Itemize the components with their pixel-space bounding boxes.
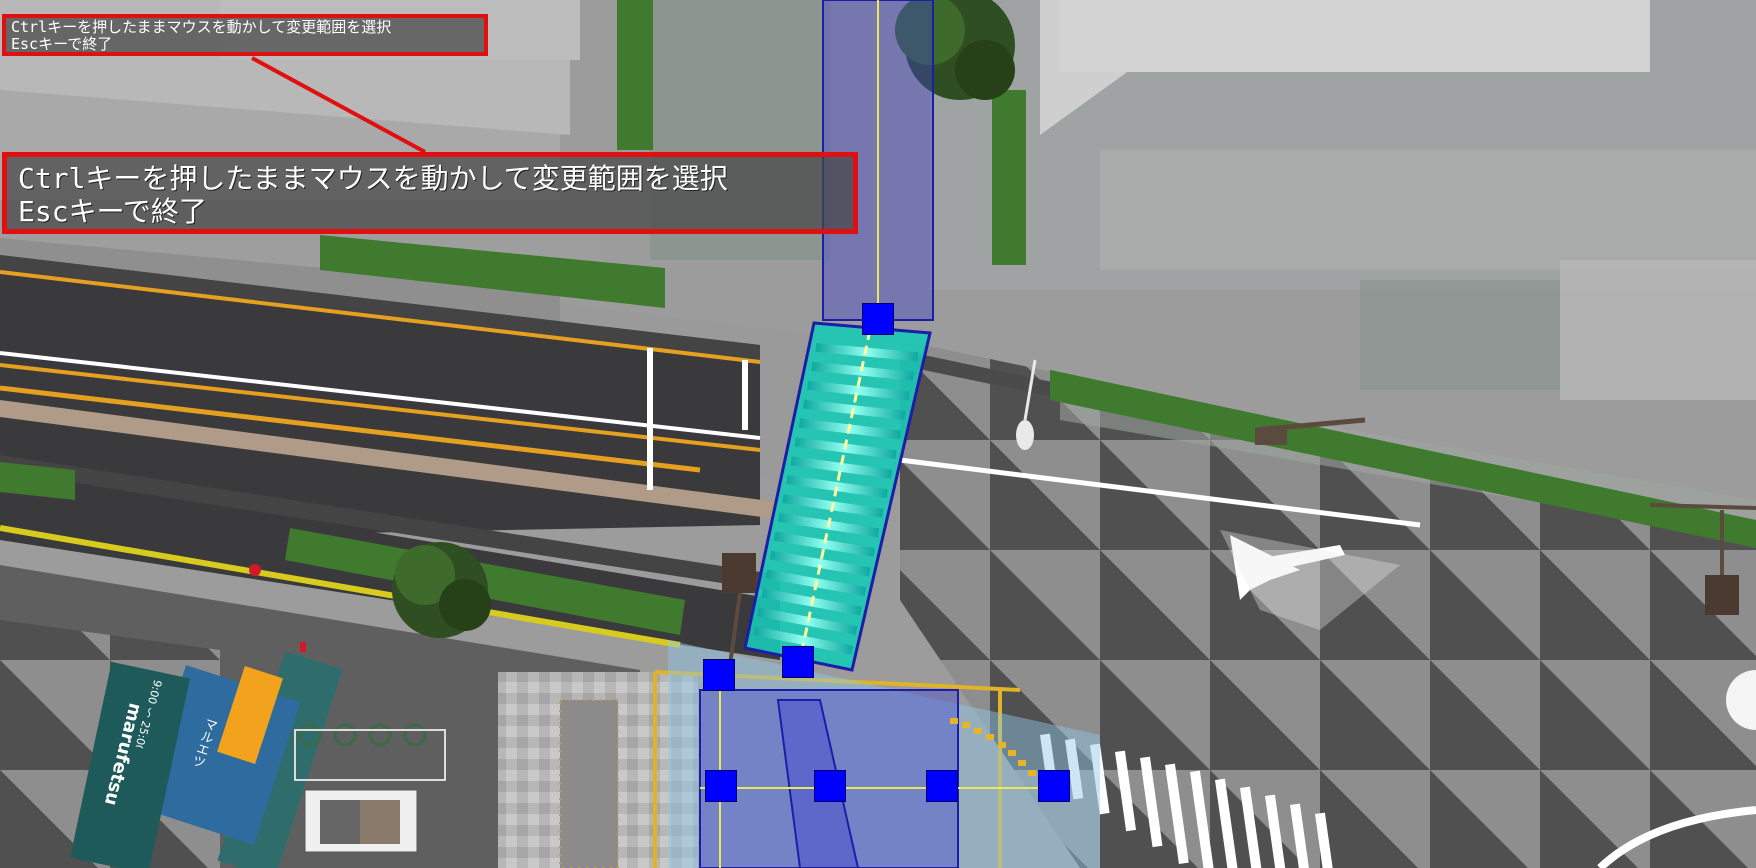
callout-line-1: Ctrlキーを押したままマウスを動かして変更範囲を選択: [18, 162, 728, 195]
control-handle-icon[interactable]: [703, 659, 735, 691]
control-handle-icon[interactable]: [862, 303, 894, 335]
city-3d-viewport[interactable]: Ctrlキーを押したままマウスを動かして変更範囲を選択 Escキーで終了 Ctr…: [0, 0, 1756, 868]
instruction-line-1: Ctrlキーを押したままマウスを動かして変更範囲を選択: [11, 18, 392, 36]
control-handle-icon[interactable]: [782, 646, 814, 678]
instruction-callout-zoom: Ctrlキーを押したままマウスを動かして変更範囲を選択 Escキーで終了: [2, 152, 858, 234]
street-scene: [0, 0, 1756, 868]
control-handle-icon[interactable]: [814, 770, 846, 802]
instruction-line-2: Escキーで終了: [11, 35, 113, 53]
instruction-overlay: Ctrlキーを押したままマウスを動かして変更範囲を選択 Escキーで終了: [2, 14, 488, 56]
control-handle-icon[interactable]: [926, 770, 958, 802]
control-handle-icon[interactable]: [1038, 770, 1070, 802]
callout-line-2: Escキーで終了: [18, 195, 207, 228]
hedge: [617, 0, 653, 150]
hedge: [992, 90, 1026, 265]
control-handle-icon[interactable]: [705, 770, 737, 802]
